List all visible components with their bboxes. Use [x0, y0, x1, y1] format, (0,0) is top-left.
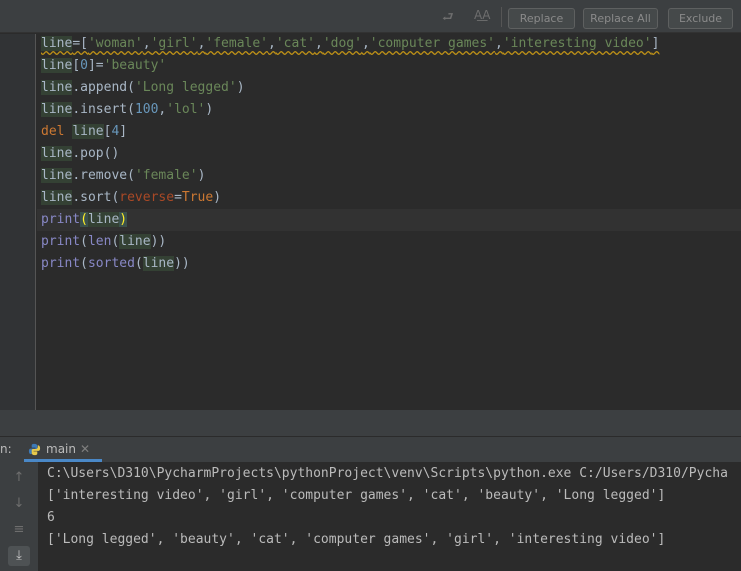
code-line-4: line.insert(100,'lol') [41, 102, 214, 117]
code-line-10: print(len(line)) [41, 234, 167, 249]
console-line: ['interesting video', 'girl', 'computer … [47, 488, 666, 503]
down-arrow-icon[interactable]: ↓ [8, 494, 30, 514]
python-file-icon [28, 443, 41, 456]
replace-toolbar: ⮐ A͟A Replace Replace All Exclude [0, 0, 741, 33]
current-line-highlight [37, 209, 741, 231]
run-toolbar: ↑ ↓ ≡ ⤓ [0, 462, 38, 571]
editor-gutter [0, 34, 36, 410]
undo-arrow-icon[interactable]: ⮐ [442, 8, 454, 30]
soft-wrap-icon[interactable]: ≡ [8, 520, 30, 540]
code-editor[interactable]: line=['woman','girl','female','cat','dog… [37, 34, 741, 410]
code-line-11: print(sorted(line)) [41, 256, 190, 271]
code-line-2: line[0]='beauty' [41, 58, 167, 73]
editor-bottom-strip [0, 410, 741, 436]
run-panel-header: n: main ✕ [0, 436, 741, 462]
scroll-to-end-icon[interactable]: ⤓ [8, 546, 30, 566]
toolbar-divider [501, 7, 502, 27]
exclude-button[interactable]: Exclude [668, 8, 733, 29]
code-line-9: print(line) [41, 212, 128, 227]
replace-button[interactable]: Replace [508, 8, 575, 29]
code-line-7: line.remove('female') [41, 168, 206, 183]
console-line: ['Long legged', 'beauty', 'cat', 'comput… [47, 532, 666, 547]
code-line-5: del line[4] [41, 124, 128, 139]
console-output[interactable]: C:\Users\D310\PycharmProjects\pythonProj… [38, 462, 741, 571]
code-line-8: line.sort(reverse=True) [41, 190, 222, 205]
console-line: 6 [47, 510, 55, 525]
up-arrow-icon[interactable]: ↑ [8, 468, 30, 488]
replace-all-button[interactable]: Replace All [583, 8, 658, 29]
close-icon[interactable]: ✕ [80, 442, 90, 456]
code-line-6: line.pop() [41, 146, 120, 161]
run-panel-label: n: [0, 442, 12, 456]
run-tab-main[interactable]: main ✕ [24, 437, 102, 462]
run-tab-label: main [46, 442, 76, 456]
code-line-3: line.append('Long legged') [41, 80, 245, 95]
console-line: C:\Users\D310\PycharmProjects\pythonProj… [47, 466, 728, 481]
preserve-case-icon[interactable]: A͟A [474, 8, 490, 22]
code-line-1: line=['woman','girl','female','cat','dog… [41, 36, 660, 51]
